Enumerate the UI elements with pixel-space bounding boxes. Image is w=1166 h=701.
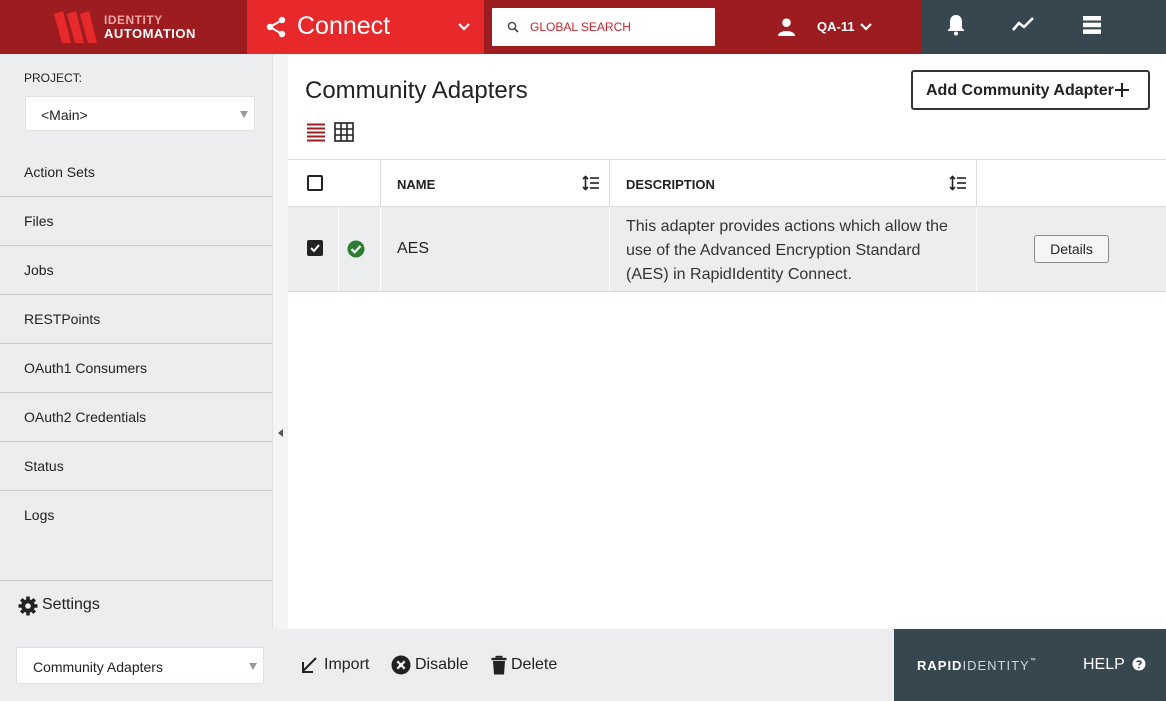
sidebar-item-oauth2-credentials[interactable]: OAuth2 Credentials (0, 393, 272, 442)
help-button[interactable]: HELP (1083, 656, 1146, 674)
disable-icon (391, 655, 411, 675)
user-menu[interactable]: QA-11 (774, 0, 884, 54)
adapter-description: This adapter provides actions which allo… (626, 218, 948, 283)
add-community-adapter-button[interactable]: Add Community Adapter (911, 70, 1150, 110)
brand-bold: RAPID (917, 658, 963, 673)
collapse-arrow-icon[interactable] (278, 429, 283, 437)
share-icon (266, 16, 286, 38)
sidebar-item-oauth1-consumers[interactable]: OAuth1 Consumers (0, 344, 272, 393)
header-tools (921, 0, 1166, 54)
column-divider (338, 207, 339, 291)
import-arrow-icon (302, 657, 317, 673)
disable-label: Disable (415, 656, 469, 673)
sidebar-item-status[interactable]: Status (0, 442, 272, 491)
grid-view-icon[interactable] (334, 122, 354, 142)
gear-icon (18, 596, 38, 616)
module-name: Connect (297, 12, 391, 40)
user-name: QA-11 (817, 19, 855, 34)
sidebar-item-files[interactable]: Files (0, 197, 272, 246)
disable-button[interactable]: Disable (391, 654, 471, 676)
bell-icon[interactable] (944, 13, 968, 37)
details-button[interactable]: Details (1034, 235, 1109, 263)
column-divider (609, 160, 610, 207)
enabled-check-icon (347, 240, 365, 258)
column-divider (380, 160, 381, 207)
logo-wordmark: IDENTITY AUTOMATION (104, 13, 196, 41)
view-select-value: Community Adapters (33, 659, 163, 675)
identity-automation-logo[interactable]: IDENTITY AUTOMATION (0, 0, 247, 54)
activity-icon[interactable] (1011, 13, 1035, 37)
settings-button[interactable]: Settings (0, 580, 272, 629)
logo-line-1: IDENTITY (104, 13, 163, 27)
module-switcher[interactable]: Connect (247, 0, 484, 54)
column-header-description[interactable]: DESCRIPTION (626, 177, 715, 192)
help-icon (1132, 657, 1146, 671)
help-label: HELP (1083, 656, 1125, 673)
column-header-name[interactable]: NAME (397, 177, 435, 192)
table-header: NAME DESCRIPTION (288, 159, 1166, 207)
brand-footer: RAPIDIDENTITY™ HELP (894, 629, 1166, 701)
trash-icon (491, 655, 507, 675)
import-label: Import (324, 656, 370, 673)
sidebar-item-logs[interactable]: Logs (0, 491, 272, 540)
column-divider (976, 207, 977, 291)
list-view-icon[interactable] (306, 122, 326, 142)
chevron-down-icon (458, 23, 470, 31)
delete-label: Delete (511, 656, 558, 673)
main-content: Community Adapters Add Community Adapter (288, 54, 1166, 629)
project-label: PROJECT: (24, 71, 83, 85)
row-select-checkbox[interactable] (307, 240, 323, 256)
view-select[interactable]: Community Adapters (16, 647, 264, 684)
import-button[interactable]: Import (300, 654, 376, 676)
dropdown-arrow-icon (240, 111, 248, 118)
settings-label: Settings (42, 596, 100, 613)
search-icon (507, 21, 519, 33)
project-select[interactable]: <Main> (25, 96, 255, 131)
sidebar-splitter[interactable] (272, 54, 288, 629)
logo-line-2: AUTOMATION (104, 26, 196, 41)
project-select-value: <Main> (41, 107, 88, 123)
sidebar-item-restpoints[interactable]: RESTPoints (0, 295, 272, 344)
table-row[interactable]: AES This adapter provides actions which … (288, 207, 1166, 292)
global-search-input[interactable] (530, 8, 710, 46)
sidebar-item-action-sets[interactable]: Action Sets (0, 148, 272, 197)
sidebar-nav: Action Sets Files Jobs RESTPoints OAuth1… (0, 148, 272, 540)
column-divider (380, 207, 381, 291)
column-divider (976, 160, 977, 207)
sidebar: PROJECT: <Main> Action Sets Files Jobs R… (0, 54, 272, 629)
dropdown-arrow-icon (249, 663, 257, 670)
brand-light: IDENTITY (962, 658, 1030, 673)
checkmark-icon (310, 244, 320, 253)
select-all-checkbox[interactable] (307, 175, 323, 191)
bottom-toolbar: Community Adapters Import Disable Delete… (0, 629, 1166, 701)
rapididentity-logo: RAPIDIDENTITY™ (917, 658, 1037, 673)
column-divider (609, 207, 610, 291)
chevron-down-icon (860, 23, 872, 31)
sort-icon[interactable] (949, 175, 967, 191)
top-bar: IDENTITY AUTOMATION Connect QA-11 (0, 0, 1166, 54)
menu-list-icon[interactable] (1080, 13, 1104, 37)
add-community-adapter-label: Add Community Adapter (926, 82, 1114, 99)
sort-icon[interactable] (582, 175, 600, 191)
adapter-name: AES (397, 240, 430, 257)
sidebar-item-jobs[interactable]: Jobs (0, 246, 272, 295)
logo-mark-icon (54, 11, 97, 43)
plus-icon (1115, 83, 1129, 97)
brand-tm: ™ (1029, 658, 1037, 664)
page-title: Community Adapters (305, 77, 528, 104)
user-icon (777, 18, 796, 36)
adapters-table: NAME DESCRIPTION AES This adapter provid… (288, 159, 1166, 292)
delete-button[interactable]: Delete (489, 654, 561, 676)
global-search[interactable] (492, 8, 715, 46)
